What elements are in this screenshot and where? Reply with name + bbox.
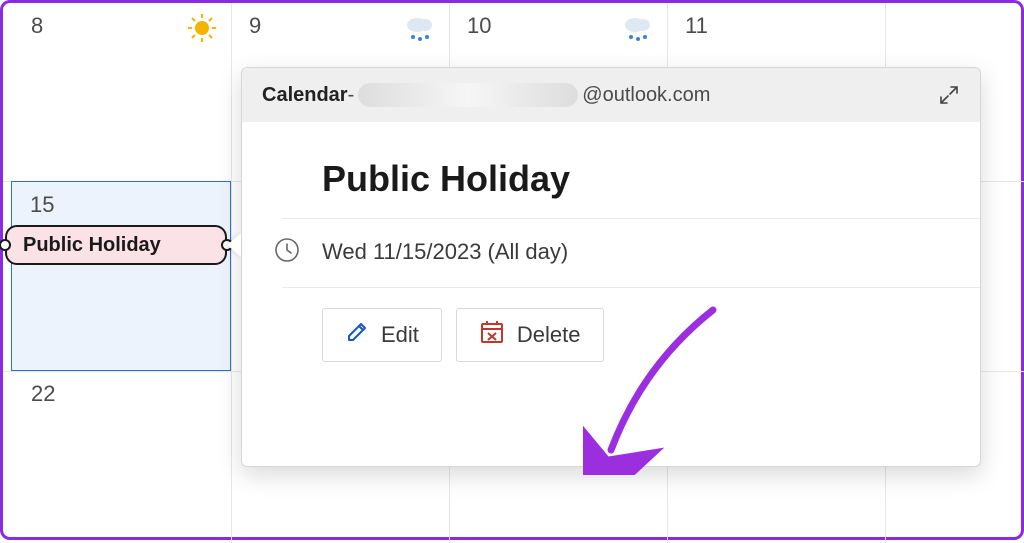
email-domain: @outlook.com <box>582 84 710 107</box>
rain-icon <box>621 13 653 49</box>
event-label: Public Holiday <box>23 234 161 257</box>
dash: - <box>348 84 355 107</box>
delete-label: Delete <box>517 322 581 348</box>
day-number: 15 <box>12 182 230 218</box>
event-details-popup: Calendar - @outlook.com Public Holiday W… <box>241 67 981 467</box>
rain-icon <box>403 13 435 49</box>
resize-handle-left[interactable] <box>0 239 11 251</box>
event-title: Public Holiday <box>322 138 940 218</box>
popup-header: Calendar - @outlook.com <box>242 68 980 122</box>
day-number: 8 <box>31 13 43 39</box>
popup-body: Public Holiday Wed 11/15/2023 (All day) <box>242 122 980 362</box>
day-number: 10 <box>467 13 491 39</box>
edit-label: Edit <box>381 322 419 348</box>
day-cell-8[interactable]: 8 <box>13 3 231 181</box>
delete-button[interactable]: Delete <box>456 308 604 362</box>
popup-pointer <box>227 233 241 257</box>
edit-button[interactable]: Edit <box>322 308 442 362</box>
expand-icon <box>938 84 960 106</box>
day-cell-15-selected[interactable]: 15 <box>11 181 231 371</box>
calendar-source-label: Calendar <box>262 84 348 107</box>
calendar-delete-icon <box>479 319 505 351</box>
day-number: 22 <box>31 381 55 407</box>
day-number: 11 <box>685 13 708 39</box>
event-time-text: Wed 11/15/2023 (All day) <box>322 239 568 265</box>
day-cell-22[interactable]: 22 <box>13 371 231 541</box>
expand-button[interactable] <box>934 80 964 110</box>
event-time-row: Wed 11/15/2023 (All day) <box>322 219 940 287</box>
event-public-holiday[interactable]: Public Holiday <box>5 225 227 265</box>
pencil-icon <box>345 320 369 350</box>
clock-icon <box>274 237 300 269</box>
redacted-email-user <box>358 83 578 107</box>
day-number: 9 <box>249 13 261 39</box>
action-row: Edit Delete <box>322 288 940 362</box>
sunny-icon <box>187 13 217 49</box>
